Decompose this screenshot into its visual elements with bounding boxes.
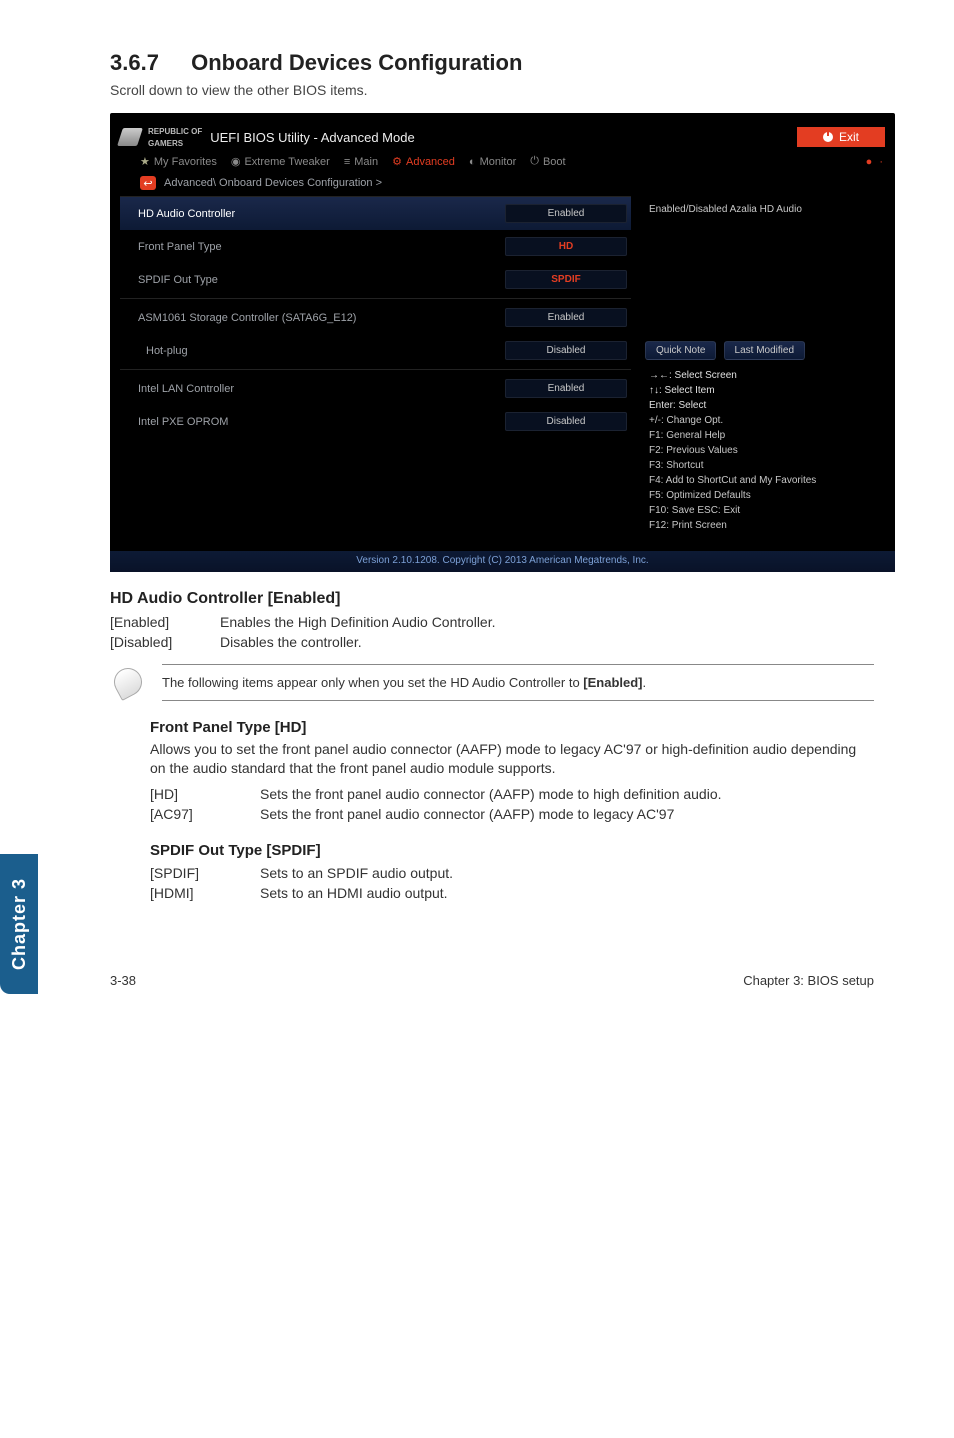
value-intel-lan[interactable]: Enabled: [505, 379, 627, 398]
meter-icon: ◐: [469, 156, 476, 168]
front-panel-para: Allows you to set the front panel audio …: [150, 740, 874, 778]
row-hotplug[interactable]: Hot-plug Disabled: [120, 334, 631, 367]
chapter-side-tab: Chapter 3: [0, 854, 38, 994]
bios-screenshot: REPUBLIC OF GAMERS UEFI BIOS Utility - A…: [110, 113, 895, 572]
bios-title: UEFI BIOS Utility - Advanced Mode: [210, 130, 414, 145]
section-head: 3.6.7 Onboard Devices Configuration: [110, 50, 874, 76]
bios-tab-bar: ★My Favorites ◉Extreme Tweaker ≡Main ⚙Ad…: [120, 151, 885, 172]
more-tabs-icon[interactable]: ● ·: [866, 155, 885, 168]
spdif-options: [SPDIF]Sets to an SPDIF audio output. [H…: [150, 863, 453, 903]
dial-icon: ◉: [231, 155, 241, 168]
hd-audio-options: [Enabled]Enables the High Definition Aud…: [110, 612, 496, 652]
breadcrumb: Advanced\ Onboard Devices Configuration …: [164, 177, 382, 189]
tab-boot[interactable]: ⏻Boot: [530, 155, 565, 168]
row-front-panel[interactable]: Front Panel Type HD: [120, 230, 631, 263]
value-front-panel[interactable]: HD: [505, 237, 627, 256]
tab-main[interactable]: ≡Main: [344, 155, 378, 168]
value-spdif[interactable]: SPDIF: [505, 270, 627, 289]
key-help: →←: Select Screen ↑↓: Select Item Enter:…: [645, 360, 885, 541]
rog-text: REPUBLIC OF GAMERS: [148, 125, 202, 149]
row-asm1061[interactable]: ASM1061 Storage Controller (SATA6G_E12) …: [120, 301, 631, 334]
scroll-hint: Scroll down to view the other BIOS items…: [110, 82, 874, 98]
gear-icon: ⚙: [392, 155, 402, 168]
tab-advanced[interactable]: ⚙Advanced: [392, 155, 455, 168]
row-hd-audio[interactable]: HD Audio Controller Enabled: [120, 197, 631, 230]
note-pen-icon: [110, 664, 150, 698]
page-footer: 3-38 Chapter 3: BIOS setup: [0, 973, 954, 1008]
star-icon: ★: [140, 155, 150, 168]
exit-button[interactable]: Exit: [797, 127, 885, 147]
page-number: 3-38: [110, 973, 136, 988]
tab-extreme-tweaker[interactable]: ◉Extreme Tweaker: [231, 155, 330, 168]
rog-logo-icon: [117, 128, 143, 146]
note-text: The following items appear only when you…: [162, 664, 874, 701]
section-title: Onboard Devices Configuration: [191, 50, 522, 75]
front-panel-heading: Front Panel Type [HD]: [150, 719, 874, 736]
section-number: 3.6.7: [110, 50, 185, 76]
value-intel-pxe[interactable]: Disabled: [505, 412, 627, 431]
value-hotplug[interactable]: Disabled: [505, 341, 627, 360]
power-icon: ⏻: [530, 155, 539, 168]
quick-note-button[interactable]: Quick Note: [645, 341, 716, 360]
row-spdif[interactable]: SPDIF Out Type SPDIF: [120, 263, 631, 296]
row-intel-lan[interactable]: Intel LAN Controller Enabled: [120, 372, 631, 405]
chapter-label: Chapter 3: BIOS setup: [743, 973, 874, 988]
back-arrow-icon[interactable]: ↩: [140, 176, 156, 190]
value-hd-audio[interactable]: Enabled: [505, 204, 627, 223]
bios-footer: Version 2.10.1208. Copyright (C) 2013 Am…: [110, 551, 895, 572]
tab-favorites[interactable]: ★My Favorites: [140, 155, 217, 168]
front-panel-options: [HD]Sets the front panel audio connector…: [150, 784, 722, 824]
last-modified-button[interactable]: Last Modified: [724, 341, 805, 360]
item-description: Enabled/Disabled Azalia HD Audio: [645, 198, 885, 221]
tab-monitor[interactable]: ◐Monitor: [469, 155, 516, 168]
power-icon: [823, 132, 833, 142]
value-asm1061[interactable]: Enabled: [505, 308, 627, 327]
row-intel-pxe[interactable]: Intel PXE OPROM Disabled: [120, 405, 631, 438]
list-icon: ≡: [344, 156, 350, 168]
spdif-heading: SPDIF Out Type [SPDIF]: [150, 842, 874, 859]
hd-audio-heading: HD Audio Controller [Enabled]: [110, 590, 874, 608]
